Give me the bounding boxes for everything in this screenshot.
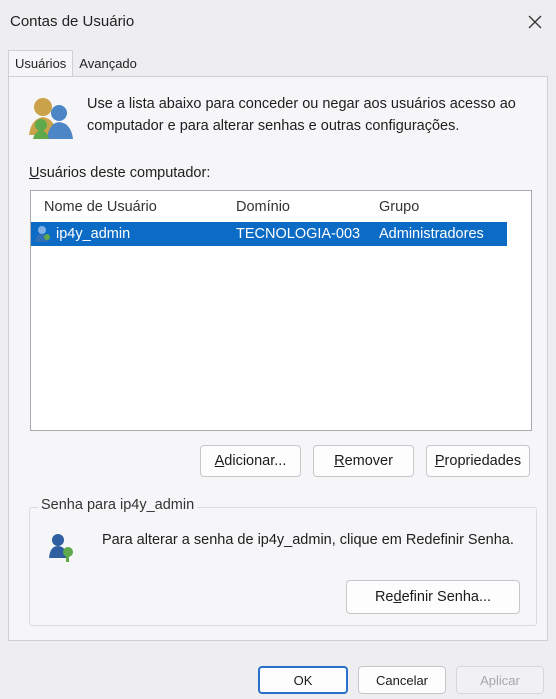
row-domain: TECNOLOGIA-003 (236, 226, 361, 242)
reset-label-pre: Re (374, 589, 394, 605)
remove-accesskey: R (334, 453, 345, 469)
remove-button[interactable]: Remover (313, 445, 414, 477)
users-list-label-rest: suários deste computador: (39, 165, 211, 181)
users-list-label: Usuários deste computador: (29, 165, 210, 181)
add-button[interactable]: Adicionar... (200, 445, 301, 477)
row-username: ip4y_admin (56, 226, 131, 242)
properties-button[interactable]: Propriedades (426, 445, 530, 477)
column-header-group[interactable]: Grupo (379, 199, 419, 215)
table-row[interactable]: ip4y_admin TECNOLOGIA-003 Administradore… (31, 222, 507, 246)
add-accesskey: A (214, 453, 225, 469)
tab-panel-usuarios: Use a lista abaixo para conceder ou nega… (8, 76, 548, 641)
ok-button[interactable]: OK (258, 666, 348, 694)
apply-button[interactable]: Aplicar (456, 666, 544, 694)
cancel-button[interactable]: Cancelar (358, 666, 446, 694)
user-accounts-dialog: Contas de Usuário Usuários Avançado Use … (0, 0, 556, 699)
title-bar[interactable]: Contas de Usuário (0, 0, 556, 44)
users-list[interactable]: Nome de Usuário Domínio Grupo ip4y_admin… (30, 190, 532, 431)
user-key-icon (49, 534, 73, 562)
close-icon (528, 15, 542, 29)
properties-accesskey: P (434, 453, 445, 469)
tab-usuarios[interactable]: Usuários (8, 50, 74, 76)
properties-label: ropriedades (444, 453, 522, 469)
reset-label-rest: efinir Senha... (401, 589, 492, 605)
list-header: Nome de Usuário Domínio Grupo (31, 191, 531, 221)
password-group-text: Para alterar a senha de ip4y_admin, cliq… (102, 532, 514, 548)
add-label: dicionar... (224, 453, 287, 469)
window-title: Contas de Usuário (10, 13, 135, 30)
reset-password-button[interactable]: Re d efinir Senha... (346, 580, 520, 614)
tab-strip: Usuários Avançado (8, 50, 143, 76)
users-list-label-accesskey: U (29, 165, 40, 181)
row-group: Administradores (379, 226, 484, 242)
users-icon (29, 98, 73, 139)
user-icon (35, 226, 50, 242)
password-group: Senha para ip4y_admin Para alterar a sen… (29, 497, 537, 626)
tab-avancado[interactable]: Avançado (73, 50, 143, 76)
reset-accesskey: d (393, 589, 402, 605)
remove-label: emover (344, 453, 393, 469)
password-group-title: Senha para ip4y_admin (38, 497, 198, 513)
column-header-name[interactable]: Nome de Usuário (44, 199, 157, 215)
intro-text: Use a lista abaixo para conceder ou nega… (87, 96, 516, 134)
column-header-domain[interactable]: Domínio (236, 199, 290, 215)
close-button[interactable] (522, 10, 548, 34)
